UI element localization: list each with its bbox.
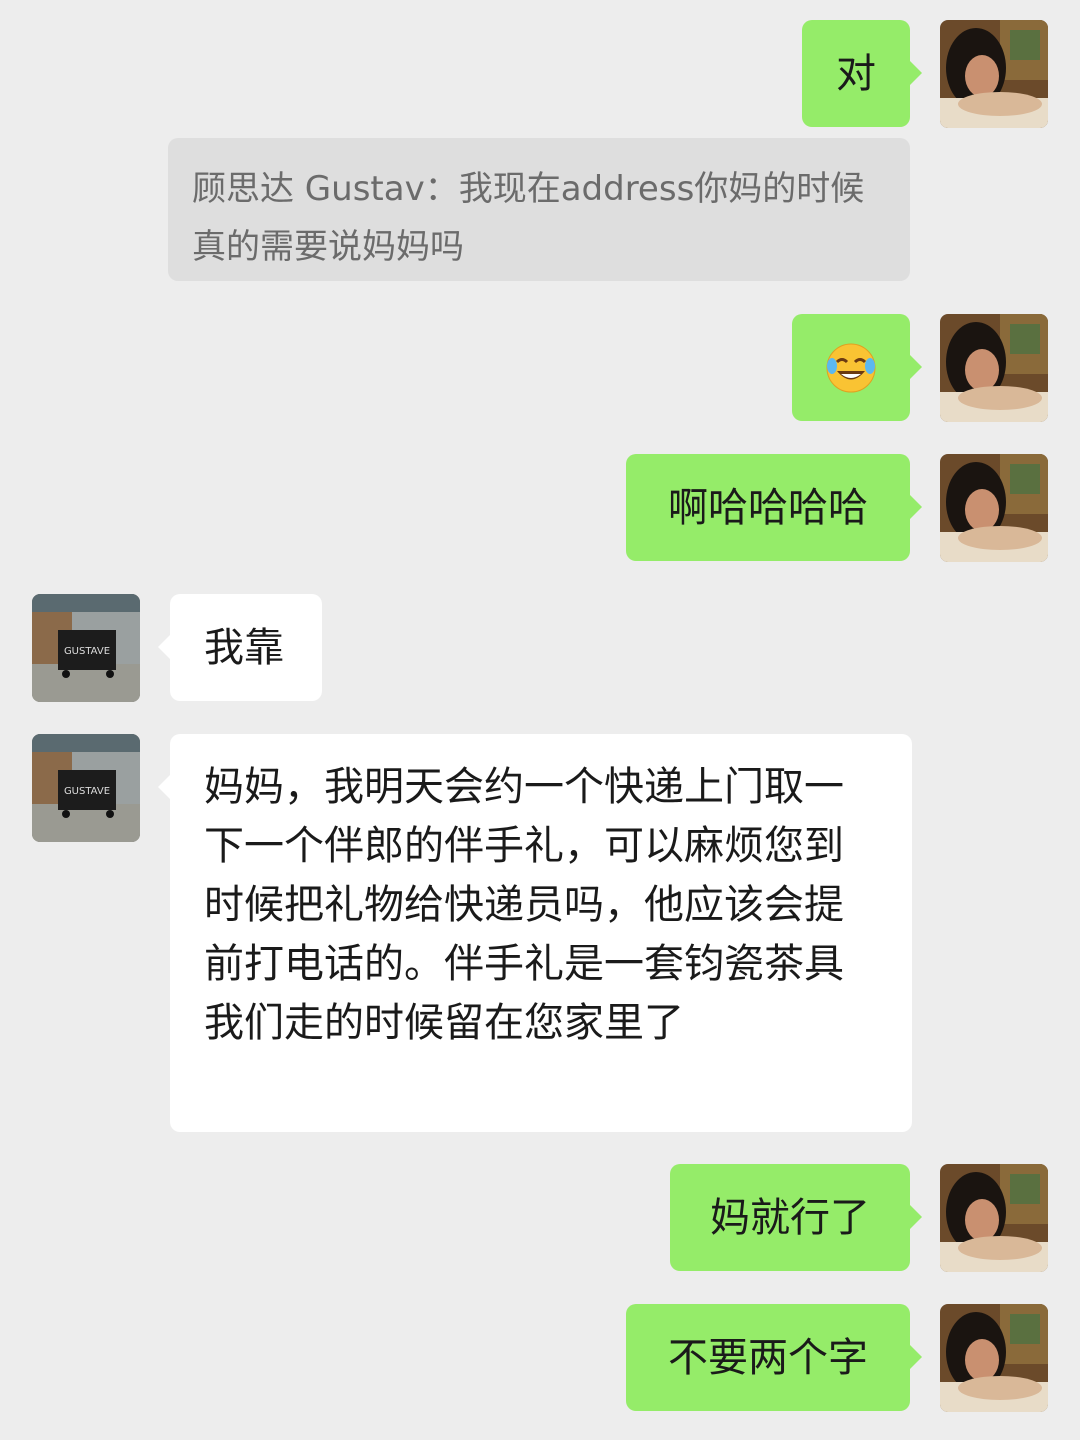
message-text: 我靠 bbox=[204, 624, 284, 671]
my-avatar[interactable] bbox=[940, 454, 1048, 562]
message-bubble-mine[interactable]: 啊哈哈哈哈 bbox=[626, 454, 922, 561]
my-avatar[interactable] bbox=[940, 20, 1048, 128]
message-text: 妈就行了 bbox=[710, 1194, 870, 1241]
my-avatar[interactable] bbox=[940, 314, 1048, 422]
message-text: 啊哈哈哈哈 bbox=[668, 484, 868, 531]
quoted-message[interactable]: 顾思达 Gustav：我现在address你妈的时候真的需要说妈妈吗 bbox=[168, 138, 910, 281]
message-text: 不要两个字 bbox=[668, 1334, 868, 1381]
woman-portrait-avatar-icon bbox=[940, 20, 1048, 128]
message-bubble-mine[interactable]: 对 bbox=[802, 20, 922, 127]
woman-portrait-avatar-icon bbox=[940, 314, 1048, 422]
message-bubble-mine[interactable]: 妈就行了 bbox=[670, 1164, 922, 1271]
message-bubble-theirs[interactable]: 妈妈，我明天会约一个快递上门取一下一个伴郎的伴手礼，可以麻烦您到时候把礼物给快递… bbox=[158, 734, 912, 1132]
message-bubble-theirs[interactable]: 我靠 bbox=[158, 594, 322, 701]
message-bubble-mine[interactable] bbox=[792, 314, 922, 421]
woman-portrait-avatar-icon bbox=[940, 1304, 1048, 1412]
chat-view[interactable]: 对 顾思达 Gustav：我现在address你妈的时候真的需要说妈妈吗 啊哈哈… bbox=[0, 0, 1080, 1440]
dumpster-photo-avatar-icon bbox=[32, 734, 140, 842]
dumpster-photo-avatar-icon bbox=[32, 594, 140, 702]
woman-portrait-avatar-icon bbox=[940, 1164, 1048, 1272]
message-bubble-mine[interactable]: 不要两个字 bbox=[626, 1304, 922, 1411]
quoted-message-text: 顾思达 Gustav：我现在address你妈的时候真的需要说妈妈吗 bbox=[192, 169, 865, 267]
tears-of-joy-emoji-icon bbox=[826, 343, 876, 392]
contact-avatar[interactable] bbox=[32, 594, 140, 702]
contact-avatar[interactable] bbox=[32, 734, 140, 842]
my-avatar[interactable] bbox=[940, 1304, 1048, 1412]
my-avatar[interactable] bbox=[940, 1164, 1048, 1272]
woman-portrait-avatar-icon bbox=[940, 454, 1048, 562]
message-text: 对 bbox=[836, 50, 876, 97]
message-text: 妈妈，我明天会约一个快递上门取一下一个伴郎的伴手礼，可以麻烦您到时候把礼物给快递… bbox=[204, 764, 844, 1046]
